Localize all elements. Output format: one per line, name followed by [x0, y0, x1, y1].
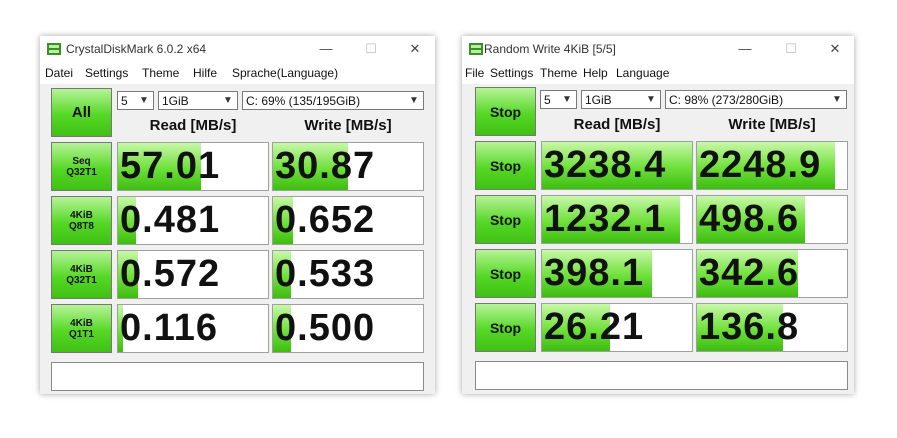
write-result-row4: 136.8	[696, 303, 848, 352]
read-header: Read [MB/s]	[573, 116, 661, 133]
menu-bar: Datei Settings Theme Hilfe Sprache(Langu…	[40, 63, 435, 83]
write-result-row1: 2248.9	[696, 141, 848, 190]
comment-input[interactable]	[51, 362, 424, 391]
read-result-4k-q32t1: 0.572	[117, 250, 269, 299]
write-header: Write [MB/s]	[728, 116, 816, 133]
window-title: CrystalDiskMark 6.0.2 x64	[66, 42, 207, 56]
write-result-seq: 30.87	[272, 142, 424, 191]
count-select[interactable]: 5 ▼	[540, 90, 577, 109]
close-icon[interactable]: ✕	[402, 38, 428, 60]
crystaldiskmark-window-2: Random Write 4KiB [5/5] — ☐ ✕ File Setti…	[462, 36, 854, 394]
count-select[interactable]: 5 ▼	[117, 91, 154, 110]
menu-file[interactable]: File	[465, 66, 484, 80]
chevron-down-icon: ▼	[409, 95, 419, 106]
minimize-icon[interactable]: —	[313, 38, 339, 60]
stop-button-row4[interactable]: Stop	[475, 303, 536, 352]
app-icon	[469, 43, 483, 55]
chevron-down-icon: ▼	[139, 95, 149, 106]
read-result-4k-q1t1: 0.116	[117, 304, 269, 353]
chevron-down-icon: ▼	[646, 94, 656, 105]
menu-settings[interactable]: Settings	[85, 66, 128, 80]
menu-language[interactable]: Language	[616, 66, 669, 80]
title-bar[interactable]: CrystalDiskMark 6.0.2 x64 — ☐ ✕	[40, 36, 435, 62]
4kib-q8t8-button[interactable]: 4KiB Q8T8	[51, 196, 112, 245]
maximize-icon: ☐	[785, 41, 797, 56]
4kib-q1t1-button[interactable]: 4KiB Q1T1	[51, 304, 112, 353]
read-result-4k-q8t8: 0.481	[117, 196, 269, 245]
menu-theme[interactable]: Theme	[142, 66, 179, 80]
read-result-row3: 398.1	[541, 249, 693, 298]
stop-button-row2[interactable]: Stop	[475, 195, 536, 244]
size-select[interactable]: 1GiB ▼	[581, 90, 661, 109]
app-icon	[47, 43, 61, 55]
title-bar[interactable]: Random Write 4KiB [5/5] — ☐ ✕	[462, 36, 854, 62]
close-icon[interactable]: ✕	[822, 38, 848, 60]
write-result-row3: 342.6	[696, 249, 848, 298]
menu-datei[interactable]: Datei	[45, 66, 73, 80]
chevron-down-icon: ▼	[832, 94, 842, 105]
all-button[interactable]: All	[51, 88, 112, 137]
stop-button-row3[interactable]: Stop	[475, 249, 536, 298]
client-area: Stop 5 ▼ 1GiB ▼ C: 98% (273/280GiB) ▼ Re…	[462, 84, 854, 394]
drive-select[interactable]: C: 69% (135/195GiB) ▼	[242, 91, 424, 110]
window-title: Random Write 4KiB [5/5]	[484, 42, 616, 56]
chevron-down-icon: ▼	[223, 95, 233, 106]
menu-theme[interactable]: Theme	[540, 66, 577, 80]
write-result-4k-q8t8: 0.652	[272, 196, 424, 245]
write-header: Write [MB/s]	[304, 117, 392, 134]
read-result-row4: 26.21	[541, 303, 693, 352]
seq-q32t1-button[interactable]: Seq Q32T1	[51, 142, 112, 191]
4kib-q32t1-button[interactable]: 4KiB Q32T1	[51, 250, 112, 299]
read-result-row1: 3238.4	[541, 141, 693, 190]
menu-help[interactable]: Help	[583, 66, 608, 80]
read-result-seq: 57.01	[117, 142, 269, 191]
comment-input[interactable]	[475, 361, 848, 390]
write-result-row2: 498.6	[696, 195, 848, 244]
menu-bar: File Settings Theme Help Language	[462, 63, 854, 83]
read-header: Read [MB/s]	[149, 117, 237, 134]
stop-button-row1[interactable]: Stop	[475, 141, 536, 190]
write-result-4k-q32t1: 0.533	[272, 250, 424, 299]
crystaldiskmark-window-1: CrystalDiskMark 6.0.2 x64 — ☐ ✕ Datei Se…	[40, 36, 435, 394]
client-area: All 5 ▼ 1GiB ▼ C: 69% (135/195GiB) ▼ Rea…	[40, 84, 435, 394]
drive-select[interactable]: C: 98% (273/280GiB) ▼	[665, 90, 847, 109]
stop-button-main[interactable]: Stop	[475, 87, 536, 136]
menu-sprache[interactable]: Sprache(Language)	[232, 66, 338, 80]
menu-hilfe[interactable]: Hilfe	[193, 66, 217, 80]
minimize-icon[interactable]: —	[732, 38, 758, 60]
maximize-icon: ☐	[365, 41, 377, 56]
write-result-4k-q1t1: 0.500	[272, 304, 424, 353]
read-result-row2: 1232.1	[541, 195, 693, 244]
chevron-down-icon: ▼	[562, 94, 572, 105]
menu-settings[interactable]: Settings	[490, 66, 533, 80]
size-select[interactable]: 1GiB ▼	[158, 91, 238, 110]
